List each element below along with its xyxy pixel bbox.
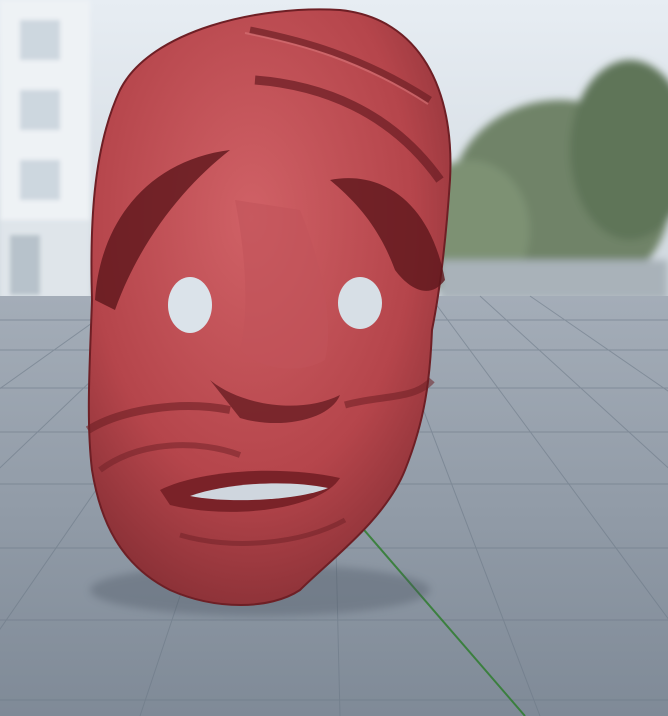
eye-hole-right xyxy=(338,277,382,329)
eye-hole-left xyxy=(168,277,212,333)
viewport[interactable] xyxy=(0,0,668,716)
background-building xyxy=(0,0,90,300)
scene-render xyxy=(0,0,668,716)
